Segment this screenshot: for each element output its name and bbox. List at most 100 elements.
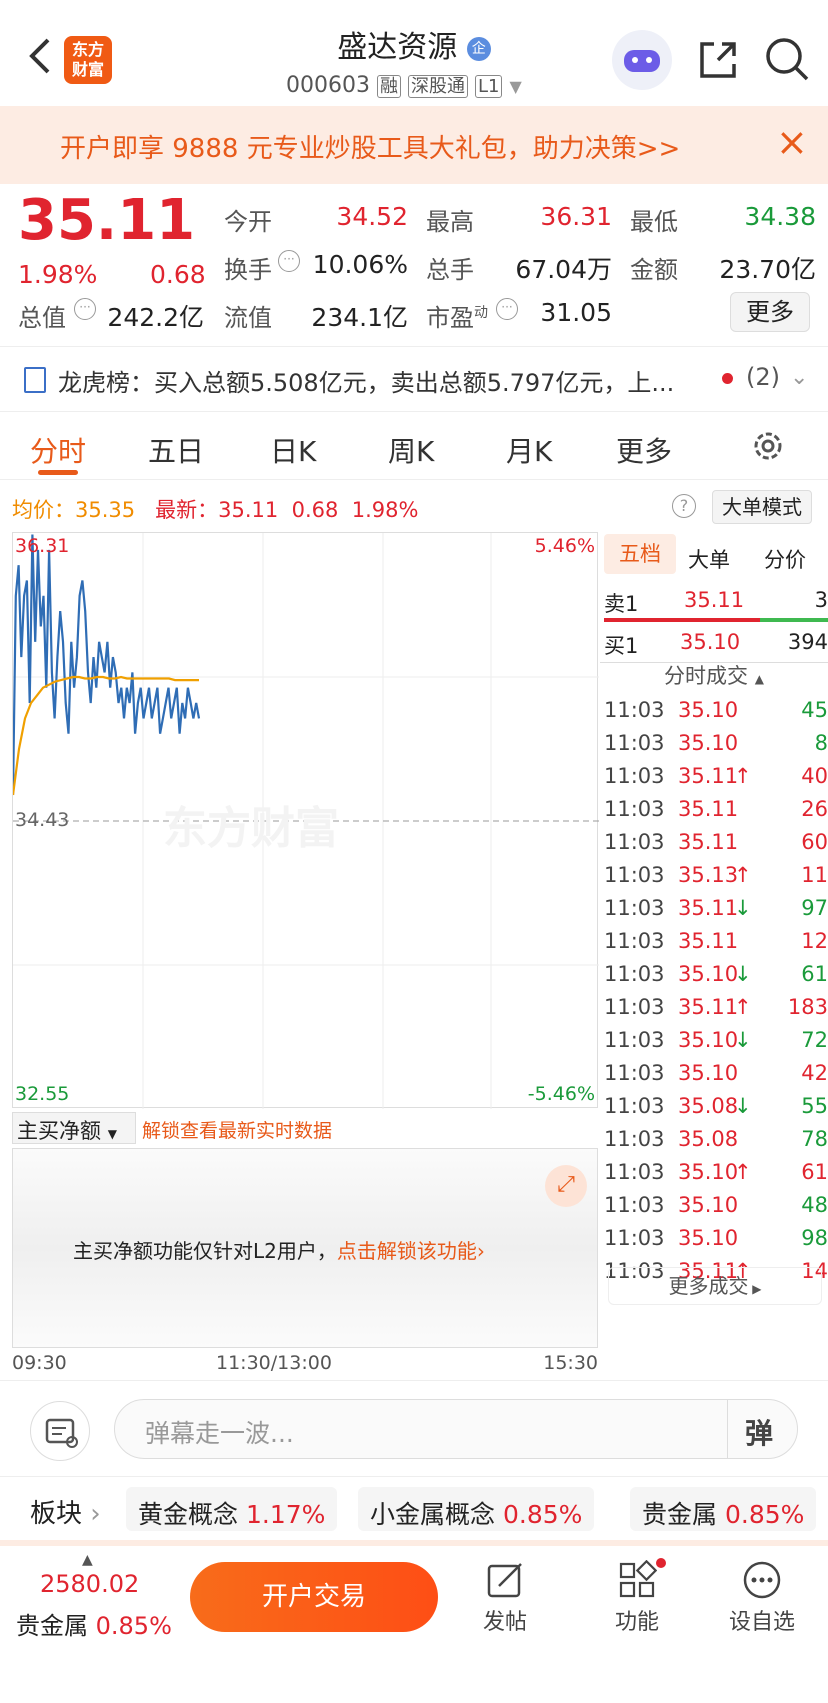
dragon-tiger-list[interactable]: 龙虎榜：买入总额5.508亿元，卖出总额5.797亿元，上... (2) ⌄: [0, 346, 828, 412]
danmu-toggle-icon[interactable]: 弹: [745, 1412, 773, 1452]
trade-volume: 183: [787, 995, 828, 1019]
tab-big-order[interactable]: 大单: [688, 544, 730, 574]
trade-arrow-icon: ↑: [734, 764, 752, 788]
sector-index-pct: 0.85%: [95, 1612, 172, 1640]
trade-arrow-icon: ↑: [734, 863, 752, 887]
trade-price: 35.10: [678, 962, 739, 986]
info-icon[interactable]: ···: [74, 298, 96, 320]
settings-gear-icon[interactable]: [750, 428, 786, 464]
trade-row: 11:03 35.10 ↑ 61: [600, 1154, 828, 1190]
sector-chip-gold[interactable]: 黄金概念 1.17%: [126, 1487, 338, 1531]
intraday-chart[interactable]: 东方财富 36.31 5.46% 34.43 32.55 -5.46%: [12, 532, 599, 1109]
tab-intraday[interactable]: 分时: [30, 430, 86, 470]
trade-price: 35.10: [678, 1028, 739, 1052]
caret-down-icon[interactable]: ▼: [509, 77, 521, 96]
chevron-right-icon: ›: [476, 1239, 485, 1263]
locked-notice: 主买净额功能仅针对L2用户，点击解锁该功能›: [73, 1235, 485, 1264]
tag-margin: 融: [376, 75, 401, 98]
more-trades-label: 更多成交: [668, 1274, 749, 1298]
trade-time: 11:03: [604, 1061, 665, 1085]
stock-code: 000603: [286, 73, 370, 98]
post-button[interactable]: 发帖: [478, 1560, 532, 1650]
robot-avatar-icon[interactable]: [612, 30, 672, 90]
trade-row: 11:03 35.10 ↓ 61: [600, 956, 828, 992]
tab-price-dist[interactable]: 分价: [764, 544, 806, 574]
order-book: 五档 大单 分价 卖1 35.11 3 买1 35.10 394 分时成交 ▲ …: [600, 532, 828, 1308]
sell1-price: 35.11: [684, 588, 745, 612]
tab-five-level[interactable]: 五档: [604, 534, 676, 574]
caret-down-icon: ▼: [107, 1127, 117, 1141]
search-icon[interactable]: [764, 36, 810, 82]
trade-row: 11:03 35.11 ↑ 40: [600, 758, 828, 794]
sector-index-info[interactable]: 贵金属 0.85%: [16, 1606, 172, 1641]
sector-label[interactable]: 板块 ›: [30, 1493, 101, 1530]
trade-row: 11:03 35.08 78: [600, 1121, 828, 1157]
promo-banner[interactable]: 开户即享 9888 元专业炒股工具大礼包，助力决策>> ×: [0, 106, 828, 184]
trades-title[interactable]: 分时成交 ▲: [664, 660, 764, 690]
trade-time: 11:03: [604, 1226, 665, 1250]
buy1-volume: 394: [787, 630, 828, 654]
chevron-down-icon[interactable]: ⌄: [790, 365, 808, 390]
sell-bar: [604, 618, 760, 622]
sector-index-value[interactable]: 2580.02: [40, 1570, 139, 1598]
time-start: 09:30: [12, 1352, 67, 1374]
big-order-mode-button[interactable]: 大单模式: [712, 490, 812, 524]
share-icon[interactable]: [696, 38, 740, 82]
more-trades-button[interactable]: 更多成交 ▶: [608, 1267, 822, 1305]
danmu-input[interactable]: 弹幕走一波... 弹: [114, 1399, 798, 1459]
danmu-placeholder: 弹幕走一波...: [145, 1419, 294, 1448]
trade-row: 11:03 35.10 48: [600, 1187, 828, 1223]
trade-volume: 97: [801, 896, 828, 920]
sector-strip: 板块 › 黄金概念 1.17% 小金属概念 0.85% 贵金属 0.85%: [0, 1476, 828, 1546]
functions-button[interactable]: 功能: [610, 1558, 666, 1650]
latest-label: 最新：: [155, 498, 219, 522]
open-account-trade-button[interactable]: 开户交易: [190, 1562, 438, 1632]
tab-week-k[interactable]: 周K: [388, 430, 434, 470]
y-top-pct-label: 5.46%: [534, 535, 595, 557]
trade-price: 35.08: [678, 1094, 739, 1118]
trade-time: 11:03: [604, 995, 665, 1019]
lhb-count: (2): [746, 363, 780, 391]
chevron-right-icon: ›: [82, 1499, 101, 1529]
buy-bar: [760, 618, 828, 622]
info-icon[interactable]: ···: [278, 250, 300, 272]
open-value: 34.52: [336, 202, 408, 231]
unlock-feature-link[interactable]: 点击解锁该功能: [337, 1239, 477, 1263]
add-watchlist-button[interactable]: 设自选: [726, 1560, 798, 1650]
trade-volume: 11: [801, 863, 828, 887]
tab-more[interactable]: 更多: [616, 430, 672, 470]
trade-time: 11:03: [604, 1028, 665, 1052]
trade-row: 11:03 35.11 12: [600, 923, 828, 959]
expand-icon[interactable]: ⤢: [545, 1165, 587, 1207]
y-top-label: 36.31: [15, 535, 70, 557]
trade-price: 35.11: [678, 764, 739, 788]
pe-sup: 动: [474, 305, 488, 321]
stock-name: 盛达资源: [337, 30, 458, 65]
top-bar: 东方 财富 盛达资源 企 000603 融 深股通 L1 ▼: [0, 0, 828, 106]
buy1-label: 买1: [604, 634, 639, 658]
main-buy-dropdown-label: 主买净额: [17, 1119, 101, 1143]
high-value: 36.31: [540, 202, 612, 231]
sector-chip-precious-metal[interactable]: 贵金属 0.85%: [630, 1487, 817, 1531]
sector-name: 黄金概念: [138, 1500, 239, 1529]
more-button[interactable]: 更多: [730, 292, 810, 332]
unlock-link[interactable]: 解锁查看最新实时数据: [142, 1116, 332, 1143]
trade-price: 35.10: [678, 1193, 739, 1217]
tab-five-day[interactable]: 五日: [148, 430, 204, 470]
tab-day-k[interactable]: 日K: [270, 430, 316, 470]
watermark: 东方财富: [163, 803, 339, 854]
danmu-settings-icon[interactable]: [30, 1401, 90, 1461]
sector-name: 小金属概念: [370, 1500, 496, 1529]
sector-chip-minor-metal[interactable]: 小金属概念 0.85%: [358, 1487, 595, 1531]
main-buy-dropdown[interactable]: 主买净额 ▼: [12, 1112, 136, 1144]
tab-month-k[interactable]: 月K: [506, 430, 552, 470]
trade-price: 35.13: [678, 863, 739, 887]
help-icon[interactable]: ?: [672, 494, 696, 518]
trade-time: 11:03: [604, 1127, 665, 1151]
float-label: 流值: [224, 304, 272, 332]
info-icon[interactable]: ···: [496, 298, 518, 320]
trade-time: 11:03: [604, 698, 665, 722]
close-icon[interactable]: ×: [776, 120, 808, 164]
trade-price: 35.08: [678, 1127, 739, 1151]
trade-volume: 78: [801, 1127, 828, 1151]
